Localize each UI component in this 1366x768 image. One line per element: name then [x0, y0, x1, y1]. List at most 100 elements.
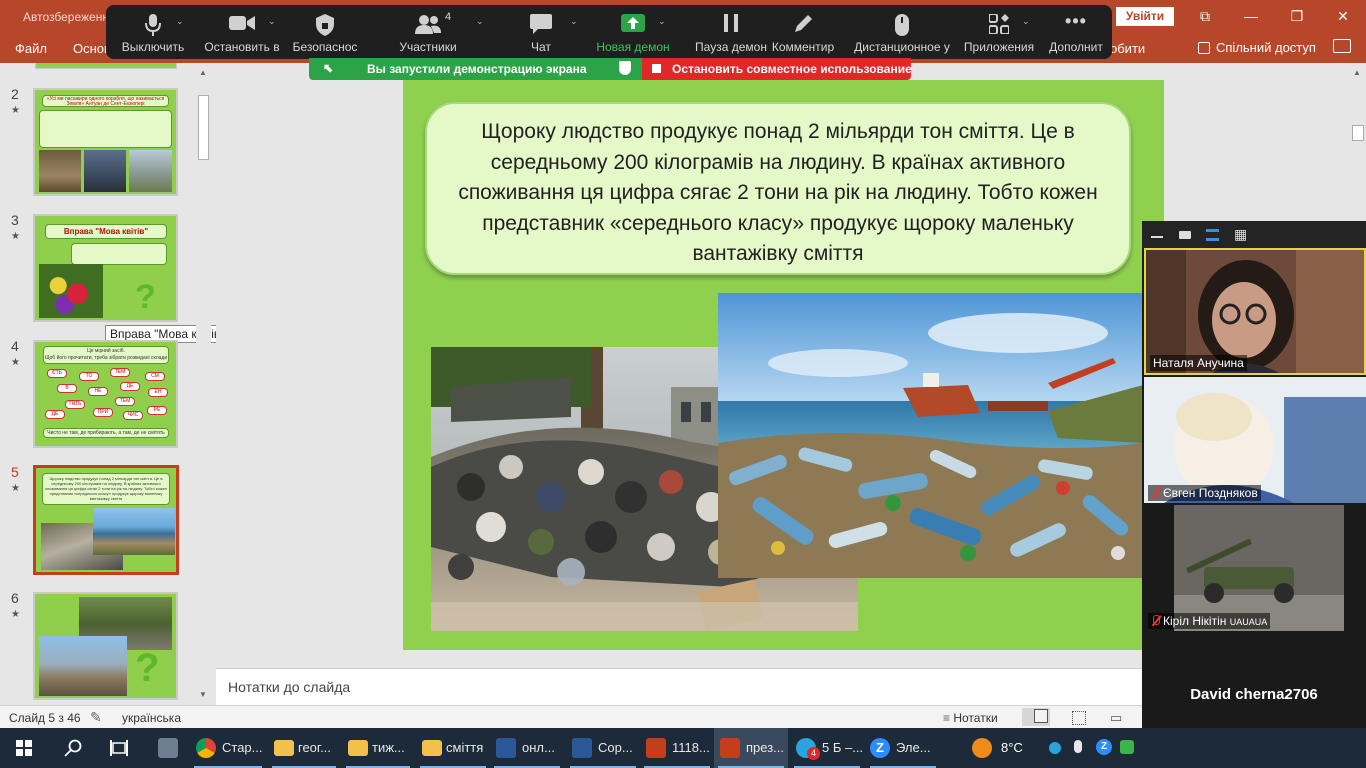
- new-share-icon: [621, 14, 645, 37]
- taskbar-app-telegram[interactable]: 4 5 Б –...: [790, 728, 864, 768]
- tab-review[interactable]: обити: [1110, 41, 1145, 56]
- taskbar-app-powerpoint-active[interactable]: през...: [714, 728, 788, 768]
- microphone-tray-icon[interactable]: [1074, 740, 1082, 753]
- autosave-label[interactable]: Автозбереженн: [23, 10, 109, 24]
- minimize-window-button[interactable]: —: [1240, 6, 1262, 26]
- speaker-view-icon[interactable]: [1206, 229, 1219, 241]
- taskbar-app-word[interactable]: онл...: [490, 728, 564, 768]
- windows-taskbar: Стар... геог... тиж... сміття онл... Сор…: [0, 728, 1366, 768]
- participants-button[interactable]: 4 Участники: [390, 5, 466, 59]
- participant-tile[interactable]: Кіріл Нікітін UAUAUA: [1144, 505, 1366, 631]
- scroll-down-icon[interactable]: ▼: [199, 690, 207, 699]
- tab-file[interactable]: Файл: [15, 41, 47, 56]
- slide-number: 3: [11, 212, 19, 228]
- video-panel-header: ▦: [1142, 221, 1366, 248]
- chevron-down-icon[interactable]: ⌄: [476, 16, 484, 27]
- participant-tile[interactable]: Наталя Анучина: [1144, 248, 1366, 375]
- scroll-up-icon[interactable]: ▲: [1353, 68, 1361, 77]
- weather-temperature[interactable]: 8°C: [1001, 740, 1023, 755]
- syllable-card: ПРИ: [93, 408, 113, 417]
- apps-button[interactable]: Приложения: [962, 5, 1036, 59]
- more-dots-icon: •••: [1065, 11, 1087, 31]
- chevron-down-icon[interactable]: ⌄: [268, 16, 276, 27]
- ribbon-display-options-icon[interactable]: ⧉: [1194, 6, 1216, 26]
- slide-thumbnail-5[interactable]: Щороку людство продукує понад 2 мільярди…: [33, 465, 179, 575]
- notes-pane[interactable]: Нотатки до слайда: [216, 668, 1142, 705]
- pause-icon: [723, 14, 739, 37]
- syllable-card: ЄТЬ: [47, 369, 67, 378]
- language-indicator[interactable]: українська: [122, 711, 181, 725]
- thumbnail-quote: «Усі ми пасажири одного корабля, що нази…: [42, 95, 169, 107]
- share-button[interactable]: Спільний доступ: [1198, 40, 1316, 55]
- taskbar-app-zoom[interactable]: Z Эле...: [866, 728, 940, 768]
- slide-thumbnail-6[interactable]: ?: [33, 592, 178, 700]
- participants-count: 4: [445, 11, 452, 23]
- task-view-button[interactable]: [96, 728, 142, 768]
- comments-icon[interactable]: [1333, 39, 1351, 53]
- search-button[interactable]: [48, 728, 96, 768]
- reading-view-icon[interactable]: ▭: [1110, 710, 1122, 726]
- thumbnail-title-line: Це мірний засіб.: [87, 348, 125, 354]
- chevron-down-icon[interactable]: ⌄: [1022, 16, 1030, 27]
- slide-1-thumbnail-edge[interactable]: [35, 63, 177, 69]
- taskbar-app-folder[interactable]: геог...: [268, 728, 340, 768]
- stop-share-button[interactable]: Остановить совместное использование: [642, 58, 912, 80]
- landfill-photo: [39, 636, 127, 696]
- start-button[interactable]: [0, 728, 48, 768]
- more-button[interactable]: ••• Дополнит: [1044, 5, 1108, 59]
- participant-no-video-name: David cherna2706: [1190, 686, 1318, 703]
- editor-scroll-thumb[interactable]: [1352, 125, 1364, 141]
- powerpoint-icon: [646, 738, 666, 758]
- new-share-button[interactable]: Новая демон: [592, 5, 674, 59]
- slide-thumbnail-4[interactable]: Це мірний засіб. Щоб його прочитати, тре…: [33, 340, 178, 448]
- taskbar-app-word[interactable]: Сор...: [566, 728, 640, 768]
- participant-tile[interactable]: Євген Поздняков: [1144, 377, 1366, 503]
- minimize-icon[interactable]: [1151, 236, 1163, 238]
- folder-icon: [274, 740, 294, 756]
- gallery-view-icon[interactable]: ▦: [1234, 227, 1247, 241]
- sea-pollution-photo[interactable]: [718, 293, 1143, 578]
- signin-button[interactable]: Увійти: [1116, 7, 1174, 26]
- hide-video-icon[interactable]: [1179, 231, 1191, 239]
- remote-control-button[interactable]: Дистанционное у: [848, 5, 956, 59]
- spellcheck-icon[interactable]: ✎: [90, 709, 102, 726]
- slide-canvas[interactable]: Щороку людство продукує понад 2 мільярди…: [403, 80, 1164, 650]
- slide-text-box[interactable]: Щороку людство продукує понад 2 мільярди…: [425, 102, 1131, 275]
- security-button[interactable]: Безопаснос: [288, 5, 362, 59]
- scroll-up-icon[interactable]: ▲: [199, 68, 207, 77]
- zoom-tray-icon[interactable]: Z: [1096, 739, 1112, 755]
- stop-video-button[interactable]: Остановить в: [198, 5, 286, 59]
- slide-body-text: Щороку людство продукує понад 2 мільярди…: [458, 120, 1098, 265]
- taskbar-app-label: тиж...: [372, 740, 405, 755]
- thumbnails-scrollbar[interactable]: ▲ ▼: [196, 63, 211, 705]
- chevron-down-icon[interactable]: ⌄: [658, 16, 666, 27]
- taskbar-app-folder[interactable]: тиж...: [342, 728, 414, 768]
- calculator-app[interactable]: [148, 728, 188, 768]
- taskbar-app-folder[interactable]: сміття: [416, 728, 490, 768]
- restore-window-button[interactable]: ❐: [1286, 6, 1308, 26]
- chat-button[interactable]: Чат: [510, 5, 572, 59]
- pin-icon[interactable]: ⬉: [323, 61, 333, 75]
- annotate-button[interactable]: Комментир: [766, 5, 840, 59]
- taskbar-app-label: 1118...: [672, 740, 710, 755]
- close-window-button[interactable]: ✕: [1332, 6, 1354, 26]
- taskbar-app-powerpoint[interactable]: 1118...: [640, 728, 714, 768]
- syllable-card: ТЯТЬ: [65, 400, 85, 409]
- notes-placeholder[interactable]: Нотатки до слайда: [228, 679, 350, 695]
- chevron-down-icon[interactable]: ⌄: [570, 16, 578, 27]
- calculator-icon: [158, 738, 178, 758]
- flowers-photo: [39, 264, 103, 318]
- telegram-tray-icon[interactable]: [1049, 742, 1061, 754]
- mute-button[interactable]: Выключить: [112, 5, 194, 59]
- powerpoint-icon: [720, 738, 740, 758]
- slide-thumbnail-2[interactable]: «Усі ми пасажири одного корабля, що нази…: [33, 88, 178, 196]
- thumbnails-scroll-thumb[interactable]: [198, 95, 209, 160]
- slide-thumbnail-3[interactable]: Вправа "Мова квітів" ?: [33, 214, 178, 322]
- app-tray-icon[interactable]: [1120, 740, 1134, 754]
- folder-icon: [348, 740, 368, 756]
- slide-sorter-icon[interactable]: [1072, 711, 1086, 725]
- weather-sun-icon[interactable]: [972, 738, 992, 758]
- notes-toggle-button[interactable]: ≡ Нотатки: [943, 711, 998, 725]
- taskbar-app-chrome[interactable]: Стар...: [190, 728, 266, 768]
- chevron-down-icon[interactable]: ⌄: [176, 16, 184, 27]
